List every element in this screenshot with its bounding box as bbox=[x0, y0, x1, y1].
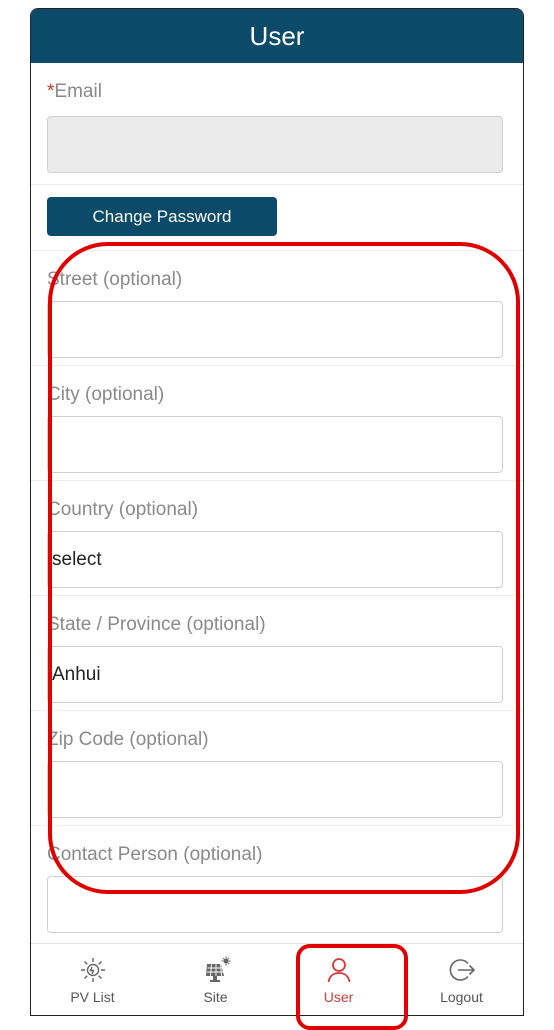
zip-label: Zip Code (optional) bbox=[47, 729, 209, 750]
tab-user[interactable]: User bbox=[277, 944, 400, 1015]
page-title: User bbox=[31, 9, 523, 63]
bottom-tab-bar: PV List Site User Logout bbox=[31, 943, 523, 1015]
tab-label: Logout bbox=[440, 988, 483, 1005]
country-label: Country (optional) bbox=[47, 499, 199, 520]
state-section: State / Province (optional) Anhui bbox=[31, 596, 523, 711]
zip-field[interactable] bbox=[47, 761, 503, 818]
solar-panel-icon bbox=[205, 956, 230, 982]
country-select[interactable]: select bbox=[47, 531, 503, 588]
tab-label: User bbox=[323, 988, 354, 1005]
tab-pv-list[interactable]: PV List bbox=[31, 944, 154, 1015]
street-section: Street (optional) bbox=[31, 251, 523, 366]
user-icon bbox=[327, 957, 350, 982]
contact-field[interactable] bbox=[47, 876, 503, 933]
tab-label: PV List bbox=[70, 988, 115, 1005]
email-label: *Email bbox=[47, 81, 102, 102]
logout-icon bbox=[449, 958, 475, 981]
street-field[interactable] bbox=[47, 301, 503, 358]
tab-site[interactable]: Site bbox=[154, 944, 277, 1015]
contact-label: Contact Person (optional) bbox=[47, 844, 263, 865]
zip-section: Zip Code (optional) bbox=[31, 711, 523, 826]
city-section: City (optional) bbox=[31, 366, 523, 481]
change-password-button[interactable]: Change Password bbox=[47, 197, 277, 236]
email-section: *Email bbox=[31, 63, 523, 185]
tab-label: Site bbox=[203, 988, 228, 1005]
email-field[interactable] bbox=[47, 116, 503, 173]
app-window: User *Email Change Password Street (opti… bbox=[30, 8, 524, 1016]
password-section: Change Password bbox=[31, 185, 523, 251]
user-form: *Email Change Password Street (optional)… bbox=[31, 63, 523, 946]
contact-section: Contact Person (optional) bbox=[31, 826, 523, 946]
state-select[interactable]: Anhui bbox=[47, 646, 503, 703]
state-label: State / Province (optional) bbox=[47, 614, 266, 635]
tab-logout[interactable]: Logout bbox=[400, 944, 523, 1015]
sun-icon bbox=[80, 957, 105, 982]
city-label: City (optional) bbox=[47, 384, 165, 405]
city-field[interactable] bbox=[47, 416, 503, 473]
street-label: Street (optional) bbox=[47, 269, 183, 290]
country-section: Country (optional) select bbox=[31, 481, 523, 596]
